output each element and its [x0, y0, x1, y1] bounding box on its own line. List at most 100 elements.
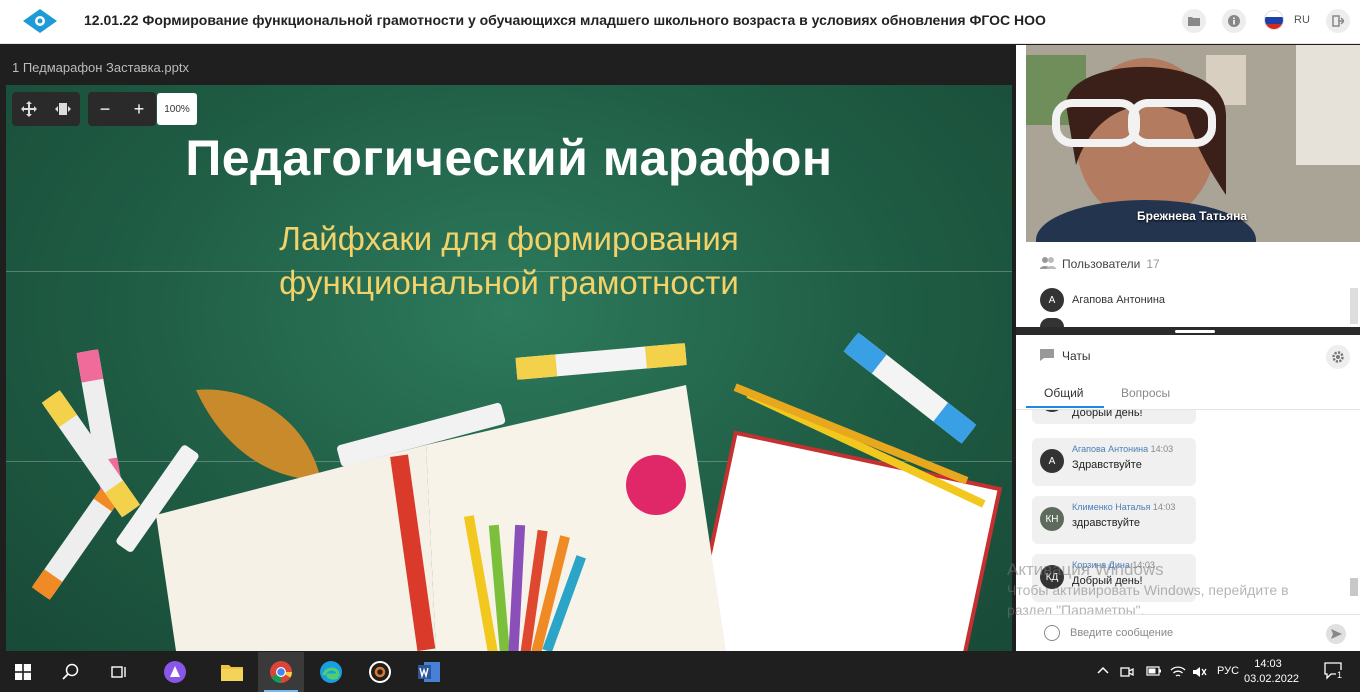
fit-width-icon	[55, 103, 71, 115]
search-button[interactable]	[48, 652, 94, 692]
edge-icon	[320, 661, 342, 683]
chats-header: Чаты	[1040, 349, 1091, 363]
fit-button[interactable]	[46, 92, 80, 126]
volume-icon[interactable]	[1192, 665, 1208, 682]
folder-icon	[221, 665, 243, 681]
divider-handle[interactable]	[1175, 330, 1215, 333]
chat-icon	[1040, 349, 1054, 361]
emoji-icon[interactable]	[1044, 625, 1060, 641]
file-bar: 1 Педмарафон Заставка.pptx	[0, 45, 1016, 85]
zoom-level[interactable]: 100%	[157, 93, 197, 125]
folder-button[interactable]	[1182, 9, 1206, 33]
windows-icon	[15, 664, 31, 680]
slide-illustration	[31, 332, 1003, 651]
message-text: Здравствуйте	[1072, 459, 1142, 471]
message-text: Добрый день!	[1072, 410, 1143, 419]
avatar: А	[1040, 449, 1064, 473]
user-item[interactable]: А Агапова Антонина	[1040, 288, 1165, 312]
tab-active-indicator	[1026, 406, 1104, 408]
chrome-button[interactable]	[258, 652, 304, 692]
zoom-in-button[interactable]: +	[122, 92, 156, 126]
alice-icon	[164, 661, 186, 683]
language-label[interactable]: RU	[1294, 14, 1310, 26]
chat-tabs: Общий Вопросы	[1016, 376, 1360, 410]
info-button[interactable]	[1222, 9, 1246, 33]
start-button[interactable]	[0, 652, 46, 692]
alice-button[interactable]	[152, 652, 198, 692]
users-icon	[1040, 257, 1056, 269]
marker-icon	[515, 343, 687, 380]
message-input[interactable]	[1070, 623, 1320, 643]
top-bar: 12.01.22 Формирование функциональной гра…	[0, 0, 1360, 44]
chats-label: Чаты	[1062, 349, 1091, 363]
meet-now-icon[interactable]	[1120, 665, 1134, 682]
user-name: Агапова Антонина	[1072, 294, 1166, 306]
avatar	[1040, 318, 1064, 327]
wifi-icon[interactable]	[1170, 665, 1186, 682]
gear-icon	[1332, 351, 1344, 363]
zoom-out-button[interactable]: −	[88, 92, 122, 126]
message-text: здравствуйте	[1072, 517, 1140, 529]
notification-count: 1	[1336, 670, 1344, 680]
send-icon	[1331, 629, 1342, 639]
tab-general[interactable]: Общий	[1044, 386, 1084, 400]
message-author: Клименко Наталья 14:03	[1072, 502, 1176, 512]
info-icon	[1228, 15, 1240, 27]
clock[interactable]: 14:03 03.02.2022	[1244, 657, 1300, 687]
notifications-button[interactable]: 1	[1324, 662, 1344, 683]
flag-ru-icon[interactable]	[1264, 10, 1284, 30]
app-logo-icon	[23, 9, 57, 33]
folder-icon	[1188, 17, 1200, 26]
word-icon	[418, 662, 440, 682]
media-button[interactable]	[357, 652, 403, 692]
marker-icon	[843, 332, 977, 444]
leaf-icon	[196, 389, 321, 480]
speaker-name: Брежнева Татьяна	[1137, 209, 1248, 223]
task-view-icon	[111, 666, 126, 678]
windows-activation-watermark: Активация Windows Чтобы активировать Win…	[1007, 560, 1289, 620]
chat-message: Добрый день!	[1032, 410, 1196, 424]
zoom-controls: − +	[88, 92, 156, 126]
taskbar: РУС 14:03 03.02.2022 1	[0, 652, 1360, 692]
users-scrollbar[interactable]	[1350, 288, 1358, 324]
page-title: 12.01.22 Формирование функциональной гра…	[84, 12, 1046, 28]
users-header[interactable]: Пользователи 17	[1040, 257, 1160, 271]
move-arrows-icon	[21, 101, 37, 117]
battery-icon[interactable]	[1146, 665, 1162, 680]
move-button[interactable]	[12, 92, 46, 126]
notebook-icon	[683, 430, 1003, 651]
flower-icon	[626, 455, 686, 515]
tab-questions[interactable]: Вопросы	[1121, 386, 1170, 400]
clock-date: 03.02.2022	[1244, 673, 1300, 685]
users-count: 17	[1146, 257, 1160, 271]
chat-message: КН Клименко Наталья 14:03 здравствуйте	[1032, 496, 1196, 544]
slide: Педагогический марафон Лайфхаки для форм…	[6, 85, 1012, 651]
message-author: Агапова Антонина 14:03	[1072, 444, 1174, 454]
word-button[interactable]	[406, 652, 452, 692]
avatar: КН	[1040, 507, 1064, 531]
disc-icon	[369, 661, 391, 683]
explorer-button[interactable]	[209, 652, 255, 692]
chat-input-row	[1026, 614, 1360, 650]
chat-settings-button[interactable]	[1326, 345, 1350, 369]
users-label: Пользователи	[1062, 257, 1141, 271]
tray-chevron-icon[interactable]	[1097, 665, 1109, 678]
chat-message: А Агапова Антонина 14:03 Здравствуйте	[1032, 438, 1196, 486]
chrome-icon	[270, 661, 292, 683]
avatar	[1040, 410, 1064, 412]
slide-view-controls	[12, 92, 80, 126]
input-language[interactable]: РУС	[1217, 665, 1239, 677]
send-button[interactable]	[1326, 624, 1346, 644]
exit-button[interactable]	[1326, 9, 1350, 33]
file-name: 1 Педмарафон Заставка.pptx	[12, 60, 189, 75]
avatar: А	[1040, 288, 1064, 312]
slide-area: Педагогический марафон Лайфхаки для форм…	[0, 85, 1016, 651]
chat-scrollbar[interactable]	[1350, 578, 1358, 596]
search-icon	[62, 663, 79, 680]
watermark-line2: Чтобы активировать Windows, перейдите в	[1007, 582, 1289, 598]
clock-time: 14:03	[1254, 658, 1282, 670]
watermark-line1: Активация Windows	[1007, 560, 1164, 579]
exit-icon	[1332, 15, 1344, 27]
task-view-button[interactable]	[96, 652, 142, 692]
edge-button[interactable]	[308, 652, 354, 692]
